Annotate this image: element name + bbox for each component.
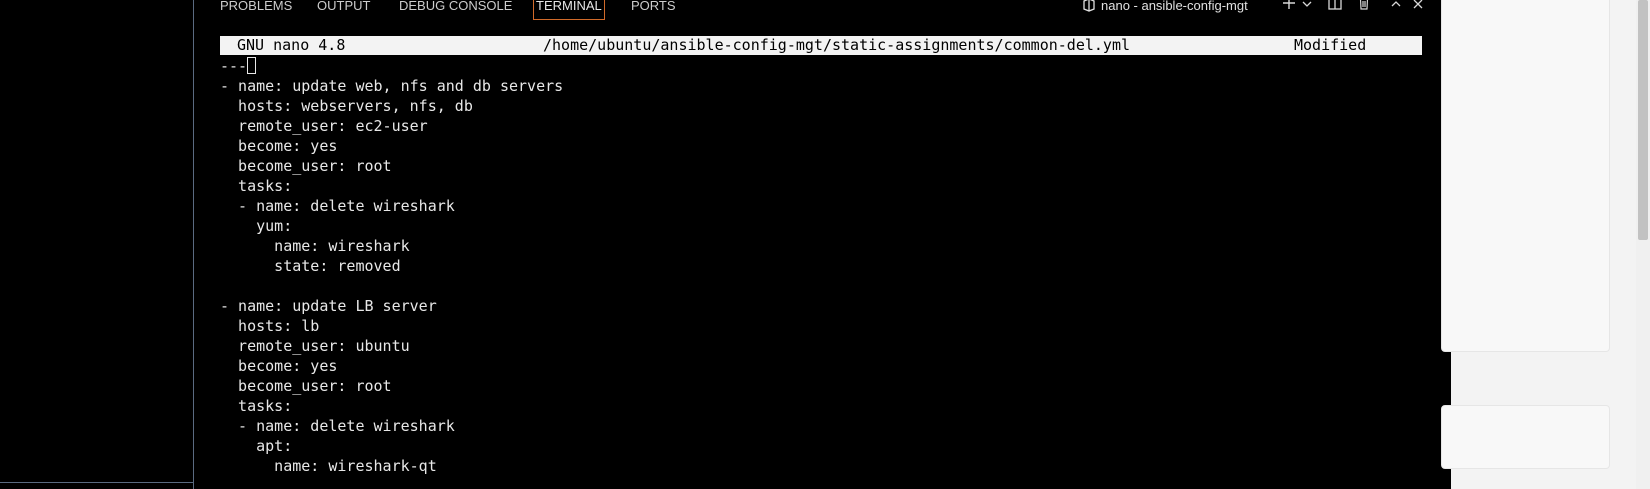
code-line: remote_user: ubuntu xyxy=(220,336,563,356)
terminal-icon xyxy=(1083,0,1095,12)
code-line: - name: update web, nfs and db servers xyxy=(220,76,563,96)
code-line-text: - name: delete wireshark xyxy=(220,417,455,435)
code-line-text: state: removed xyxy=(220,257,401,275)
scrollbar-thumb[interactable] xyxy=(1638,0,1648,240)
code-line-text: apt: xyxy=(220,437,293,455)
left-sidebar xyxy=(0,0,194,489)
panel-tabs: PROBLEMS OUTPUT DEBUG CONSOLE TERMINAL P… xyxy=(195,0,1451,20)
code-line: name: wireshark xyxy=(220,236,563,256)
code-line: become_user: root xyxy=(220,376,563,396)
code-line: become: yes xyxy=(220,356,563,376)
code-line: --- xyxy=(220,56,563,76)
file-path: /home/ubuntu/ansible-config-mgt/static-a… xyxy=(543,36,1130,54)
nano-header: GNU nano 4.8 /home/ubuntu/ansible-config… xyxy=(220,36,1422,55)
terminal-panel: PROBLEMS OUTPUT DEBUG CONSOLE TERMINAL P… xyxy=(195,0,1451,489)
terminal-title: nano - ansible-config-mgt xyxy=(1101,0,1248,13)
code-line-text: name: wireshark-qt xyxy=(220,457,437,475)
trash-icon[interactable] xyxy=(1354,0,1374,16)
code-line: remote_user: ec2-user xyxy=(220,116,563,136)
tab-output[interactable]: OUTPUT xyxy=(317,0,370,19)
plus-icon[interactable] xyxy=(1279,0,1299,16)
code-line-text: become: yes xyxy=(220,137,338,155)
code-line: - name: update LB server xyxy=(220,296,563,316)
modified-status: Modified xyxy=(1294,36,1367,54)
code-line: state: removed xyxy=(220,256,563,276)
code-line-text: name: wireshark xyxy=(220,237,410,255)
terminal-instance-selector[interactable]: nano - ansible-config-mgt xyxy=(1083,0,1248,17)
code-line: - name: delete wireshark xyxy=(220,416,563,436)
code-line-text: remote_user: ubuntu xyxy=(220,337,410,355)
code-line: hosts: webservers, nfs, db xyxy=(220,96,563,116)
sidebar-divider xyxy=(0,482,193,483)
right-background xyxy=(1441,0,1650,489)
code-line: name: wireshark-qt xyxy=(220,456,563,476)
code-line-text: hosts: lb xyxy=(220,317,320,335)
code-line-text: become_user: root xyxy=(220,377,392,395)
code-line: become: yes xyxy=(220,136,563,156)
code-line-text: remote_user: ec2-user xyxy=(220,117,428,135)
background-card xyxy=(1441,0,1610,352)
close-icon[interactable] xyxy=(1408,0,1428,16)
code-line-text: become: yes xyxy=(220,357,338,375)
code-line: hosts: lb xyxy=(220,316,563,336)
text-cursor xyxy=(247,57,257,74)
code-line: tasks: xyxy=(220,176,563,196)
tab-terminal[interactable]: TERMINAL xyxy=(533,0,605,20)
code-line-text: become_user: root xyxy=(220,157,392,175)
code-line-text: --- xyxy=(220,57,248,75)
code-line-text: hosts: webservers, nfs, db xyxy=(220,97,473,115)
tab-debug-console[interactable]: DEBUG CONSOLE xyxy=(399,0,512,19)
code-line-text: - name: update LB server xyxy=(220,297,437,315)
code-line: - name: delete wireshark xyxy=(220,196,563,216)
terminal-editor[interactable]: --- - name: update web, nfs and db server… xyxy=(220,56,563,476)
code-line-text: tasks: xyxy=(220,397,293,415)
nano-version: GNU nano 4.8 xyxy=(237,36,346,54)
code-line: become_user: root xyxy=(220,156,563,176)
tab-ports[interactable]: PORTS xyxy=(631,0,676,19)
chevron-down-icon[interactable] xyxy=(1297,0,1317,16)
code-line-text: - name: update web, nfs and db servers xyxy=(220,77,564,95)
tab-problems[interactable]: PROBLEMS xyxy=(220,0,292,19)
code-line: yum: xyxy=(220,216,563,236)
code-line-text: - name: delete wireshark xyxy=(220,197,455,215)
scrollbar[interactable] xyxy=(1636,0,1650,489)
code-line-text: tasks: xyxy=(220,177,293,195)
split-icon[interactable] xyxy=(1325,0,1345,16)
code-line: apt: xyxy=(220,436,563,456)
background-card xyxy=(1441,405,1610,469)
chevron-up-icon[interactable] xyxy=(1386,0,1406,16)
code-line: tasks: xyxy=(220,396,563,416)
code-line-text: yum: xyxy=(220,217,293,235)
